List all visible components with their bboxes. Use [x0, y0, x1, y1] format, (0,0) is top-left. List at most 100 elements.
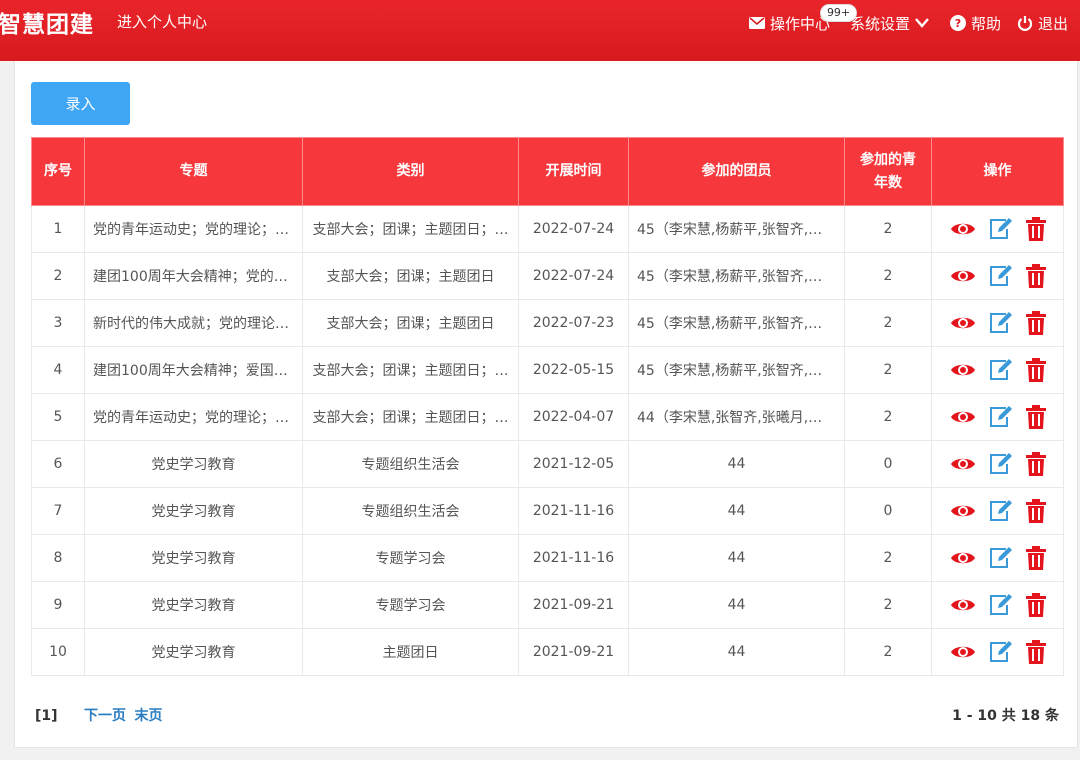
next-page-link[interactable]: 下一页: [84, 708, 126, 724]
cell-ops: [931, 346, 1064, 394]
chevron-down-icon: [915, 18, 929, 28]
cell-date: 2021-12-05: [518, 440, 629, 488]
cell-members: 45（李宋慧,杨薪平,张智齐,张…: [628, 205, 845, 253]
trash-icon[interactable]: [1025, 405, 1046, 429]
edit-icon[interactable]: [988, 264, 1014, 288]
cell-category: 支部大会；团课；主题团日: [302, 299, 519, 347]
power-icon: [1017, 16, 1033, 31]
cell-members: 45（李宋慧,杨薪平,张智齐,张…: [628, 252, 845, 300]
trash-icon[interactable]: [1025, 358, 1046, 382]
col-date: 开展时间: [518, 137, 629, 206]
add-button[interactable]: 录入: [31, 82, 130, 125]
current-page: [1]: [35, 708, 58, 724]
table-row: 2 建团100周年大会精神；党的… 支部大会；团课；主题团日 2022-07-24 45…: [31, 252, 1064, 300]
cell-ops: [931, 299, 1064, 347]
edit-icon[interactable]: [988, 593, 1014, 617]
cell-index: 2: [31, 252, 85, 300]
col-category: 类别: [302, 137, 519, 206]
table-row: 9 党史学习教育 专题学习会 2021-09-21 44 2: [31, 581, 1064, 629]
trash-icon[interactable]: [1025, 546, 1046, 570]
table-row: 1 党的青年运动史；党的理论；… 支部大会；团课；主题团日；… 2022-07-24 4…: [31, 205, 1064, 253]
cell-index: 1: [31, 205, 85, 253]
cell-date: 2021-11-16: [518, 534, 629, 582]
edit-icon[interactable]: [988, 640, 1014, 664]
edit-icon[interactable]: [988, 311, 1014, 335]
trash-icon[interactable]: [1025, 499, 1046, 523]
cell-index: 9: [31, 581, 85, 629]
table-row: 5 党的青年运动史；党的理论；… 支部大会；团课；主题团日；… 2022-04-07 4…: [31, 393, 1064, 441]
cell-members: 44: [628, 487, 845, 535]
cell-index: 10: [31, 628, 85, 676]
cell-category: 专题组织生活会: [302, 440, 519, 488]
cell-topic: 党史学习教育: [84, 628, 303, 676]
edit-icon[interactable]: [988, 499, 1014, 523]
logout-link[interactable]: 退出: [1017, 13, 1068, 34]
cell-youth: 2: [844, 534, 932, 582]
cell-category: 支部大会；团课；主题团日；…: [302, 346, 519, 394]
trash-icon[interactable]: [1025, 593, 1046, 617]
col-index: 序号: [31, 137, 85, 206]
cell-members: 44: [628, 440, 845, 488]
cell-members: 44: [628, 581, 845, 629]
eye-icon[interactable]: [950, 596, 976, 614]
cell-members: 45（李宋慧,杨薪平,张智齐,张…: [628, 299, 845, 347]
trash-icon[interactable]: [1025, 311, 1046, 335]
eye-icon[interactable]: [950, 455, 976, 473]
cell-category: 支部大会；团课；主题团日；…: [302, 205, 519, 253]
edit-icon[interactable]: [988, 358, 1014, 382]
cell-date: 2022-05-15: [518, 346, 629, 394]
top-nav: 操作中心 99+ 系统设置 ? 帮助 退出: [733, 3, 1068, 34]
personal-center-link[interactable]: 进入个人中心: [117, 11, 207, 32]
cell-ops: [931, 393, 1064, 441]
trash-icon[interactable]: [1025, 640, 1046, 664]
cell-ops: [931, 534, 1064, 582]
cell-category: 支部大会；团课；主题团日: [302, 252, 519, 300]
brand-title: 智慧团建: [0, 12, 94, 38]
eye-icon[interactable]: [950, 220, 976, 238]
last-page-link[interactable]: 末页: [134, 708, 162, 724]
cell-topic: 建团100周年大会精神；党的…: [84, 252, 303, 300]
col-youth-line2: 年数: [874, 174, 902, 191]
cell-youth: 0: [844, 487, 932, 535]
eye-icon[interactable]: [950, 314, 976, 332]
cell-category: 专题组织生活会: [302, 487, 519, 535]
cell-topic: 建团100周年大会精神；爱国…: [84, 346, 303, 394]
edit-icon[interactable]: [988, 405, 1014, 429]
table-row: 4 建团100周年大会精神；爱国… 支部大会；团课；主题团日；… 2022-05-15…: [31, 346, 1064, 394]
eye-icon[interactable]: [950, 267, 976, 285]
settings-label: 系统设置: [849, 14, 910, 33]
edit-icon[interactable]: [988, 452, 1014, 476]
edit-icon[interactable]: [988, 546, 1014, 570]
settings-dropdown[interactable]: 系统设置: [850, 13, 934, 34]
cell-topic: 党的青年运动史；党的理论；…: [84, 205, 303, 253]
trash-icon[interactable]: [1025, 217, 1046, 241]
cell-ops: [931, 440, 1064, 488]
help-link[interactable]: ? 帮助: [949, 13, 1001, 34]
mail-icon: [748, 17, 765, 29]
table-header-row: 序号 专题 类别 开展时间 参加的团员 参加的青 年数 操作: [31, 137, 1064, 206]
cell-ops: [931, 581, 1064, 629]
eye-icon[interactable]: [950, 408, 976, 426]
eye-icon[interactable]: [950, 643, 976, 661]
table-body: 1 党的青年运动史；党的理论；… 支部大会；团课；主题团日；… 2022-07-24 4…: [31, 205, 1064, 676]
eye-icon[interactable]: [950, 502, 976, 520]
cell-youth: 2: [844, 252, 932, 300]
cell-youth: 2: [844, 346, 932, 394]
cell-index: 3: [31, 299, 85, 347]
ops-center-link[interactable]: 操作中心 99+: [748, 3, 858, 34]
eye-icon[interactable]: [950, 549, 976, 567]
logout-label: 退出: [1037, 14, 1068, 33]
eye-icon[interactable]: [950, 361, 976, 379]
table-row: 6 党史学习教育 专题组织生活会 2021-12-05 44 0: [31, 440, 1064, 488]
cell-category: 支部大会；团课；主题团日；…: [302, 393, 519, 441]
cell-date: 2022-07-24: [518, 205, 629, 253]
trash-icon[interactable]: [1025, 452, 1046, 476]
cell-index: 6: [31, 440, 85, 488]
trash-icon[interactable]: [1025, 264, 1046, 288]
cell-date: 2021-09-21: [518, 581, 629, 629]
edit-icon[interactable]: [988, 217, 1014, 241]
col-topic: 专题: [84, 137, 303, 206]
cell-ops: [931, 205, 1064, 253]
cell-category: 主题团日: [302, 628, 519, 676]
cell-topic: 党史学习教育: [84, 581, 303, 629]
